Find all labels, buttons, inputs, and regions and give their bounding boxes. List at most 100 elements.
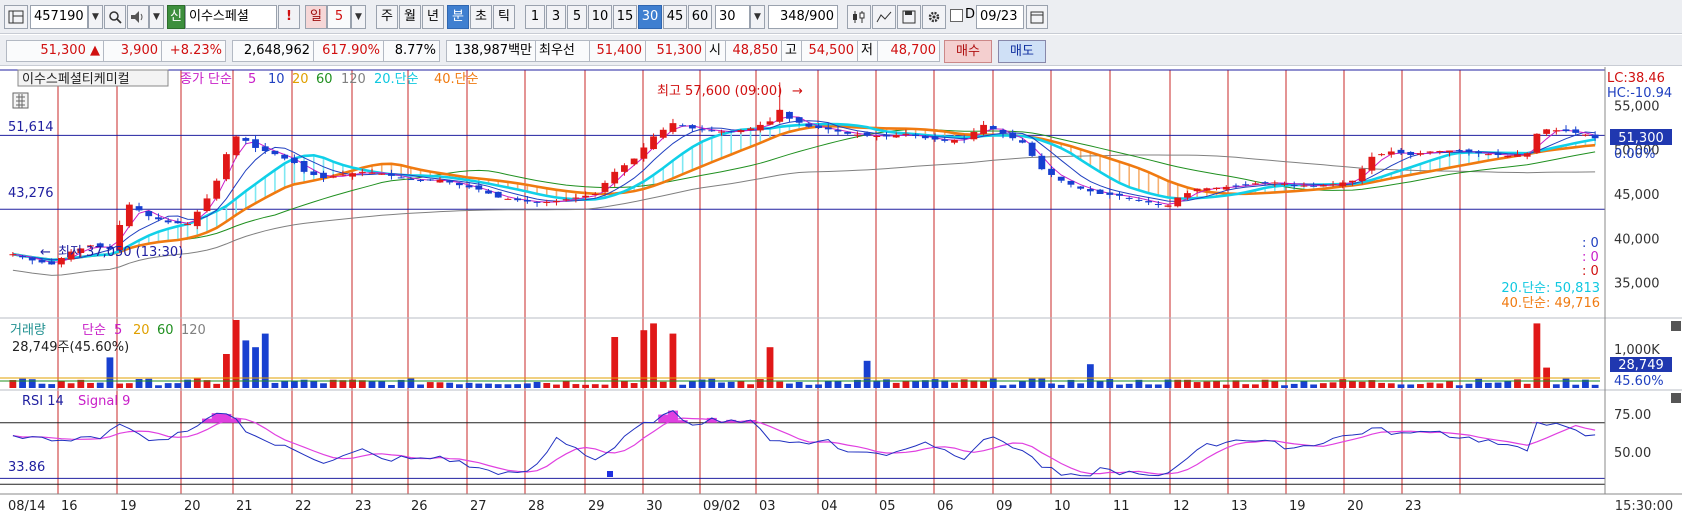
stock-code-input[interactable]: 457190 (30, 5, 88, 29)
candle-body (1009, 132, 1017, 139)
volume-bar (1086, 364, 1094, 388)
current-pct-axis-label: 0.00% (1614, 147, 1655, 162)
minute-option-60[interactable]: 60 (688, 5, 712, 29)
high-label: 고 (782, 40, 802, 62)
speaker-icon[interactable] (127, 5, 149, 29)
date-checkbox[interactable] (950, 9, 963, 22)
candle-body (921, 135, 929, 139)
candle-body (786, 111, 793, 119)
volume-bar (1009, 384, 1017, 388)
candle-body (378, 173, 386, 175)
sell-button[interactable]: 매도 (998, 40, 1046, 63)
candle-body (776, 109, 784, 122)
candle-body (679, 125, 687, 127)
candle-body (19, 255, 26, 258)
volume-bar (1446, 381, 1453, 388)
period-week-button[interactable]: 주 (376, 5, 398, 29)
volume-bar (1523, 383, 1531, 388)
volume-bar (1494, 382, 1502, 388)
candle-body (145, 211, 153, 217)
sound-dropdown[interactable]: ▼ (149, 5, 164, 29)
volume-bar (1319, 383, 1327, 388)
minute-option-10[interactable]: 10 (588, 5, 612, 29)
minute-option-5[interactable]: 5 (567, 5, 587, 29)
volume-bar (1407, 384, 1415, 388)
volume-bar (1329, 382, 1337, 388)
candle-type-icon[interactable] (847, 5, 871, 29)
volume-bar (1193, 382, 1201, 388)
time-axis-label: 15:30:00 (1615, 499, 1673, 514)
candle-body (1446, 150, 1453, 153)
gear-icon[interactable] (922, 5, 946, 29)
candle-body (640, 147, 648, 159)
period-value-input[interactable]: 5 (327, 5, 351, 29)
candle-body (1203, 188, 1211, 191)
candle-body (863, 132, 871, 136)
volume-bar (989, 378, 997, 388)
candle-body (1086, 188, 1094, 192)
volume-bar (174, 383, 182, 388)
period-day-button[interactable]: 일 (305, 5, 327, 29)
candle-body (1106, 192, 1114, 195)
minute-count-dropdown[interactable]: ▼ (750, 5, 765, 29)
volume-legend-label: 거래량 (10, 323, 46, 338)
stock-name-legend: 이수스페셜티케미컬 (22, 72, 130, 87)
candle-body (426, 179, 434, 181)
period-second-button[interactable]: 초 (470, 5, 492, 29)
candle-body (688, 125, 696, 129)
save-icon[interactable] (897, 5, 921, 29)
ma40-legend: 40.단순 (434, 72, 479, 87)
period-value-dropdown[interactable]: ▼ (351, 5, 366, 29)
candle-body (883, 135, 890, 137)
volume-bar (1028, 378, 1036, 388)
stock-chart[interactable]: 이수스페셜티케미컬 종가 단순 5 10 20 60 120 20.단순 40.… (0, 67, 1682, 515)
minute-option-1[interactable]: 1 (525, 5, 545, 29)
volume-bar (1019, 380, 1026, 388)
minute-option-15[interactable]: 15 (613, 5, 637, 29)
candle-body (718, 131, 725, 133)
alert-button[interactable]: ! (278, 5, 300, 29)
candle-body (582, 195, 589, 198)
candle-body (1591, 134, 1599, 139)
candle-body (1077, 186, 1085, 189)
volume-bar (1281, 385, 1288, 388)
search-icon[interactable] (104, 5, 126, 29)
close-rsi-panel-icon[interactable] (1671, 393, 1681, 403)
candle-body (261, 146, 269, 152)
candle-body (1184, 193, 1191, 198)
candle-body (853, 134, 861, 136)
display-count[interactable]: 348/900 (768, 5, 838, 29)
candle-body (1310, 185, 1318, 187)
drawing-tool-icon[interactable] (872, 5, 896, 29)
candle-body (630, 158, 638, 165)
period-high-arrow: → (792, 84, 803, 99)
minute-option-3[interactable]: 3 (546, 5, 566, 29)
x-axis-label: 12 (1173, 499, 1190, 514)
volume-bar (1339, 379, 1347, 388)
calendar-icon[interactable] (1026, 5, 1048, 29)
volume-bar (1242, 384, 1250, 388)
candle-body (698, 129, 706, 131)
candle-body (436, 179, 444, 183)
period-tick-button[interactable]: 틱 (493, 5, 515, 29)
minute-option-30[interactable]: 30 (638, 5, 662, 29)
volume-bar (1154, 384, 1162, 388)
buy-button[interactable]: 매수 (944, 40, 992, 63)
candle-body (164, 220, 172, 223)
stock-code-dropdown[interactable]: ▼ (88, 5, 103, 29)
volume-bar (640, 330, 648, 388)
layout-icon[interactable] (4, 5, 28, 29)
minute-count-input[interactable]: 30 (715, 5, 750, 29)
volume-bar (591, 384, 599, 388)
stock-name-display[interactable]: 이수스페셜 (185, 5, 277, 29)
x-axis-label: 11 (1113, 499, 1130, 514)
close-volume-panel-icon[interactable] (1671, 321, 1681, 331)
period-month-button[interactable]: 월 (399, 5, 421, 29)
period-year-button[interactable]: 년 (422, 5, 444, 29)
minute-option-45[interactable]: 45 (663, 5, 687, 29)
volume-bar (582, 384, 589, 388)
hline-label-lower: 43,276 (8, 186, 54, 201)
volume-bar (679, 384, 687, 388)
date-input[interactable]: 09/23 (976, 5, 1024, 29)
period-minute-button[interactable]: 분 (447, 5, 469, 29)
